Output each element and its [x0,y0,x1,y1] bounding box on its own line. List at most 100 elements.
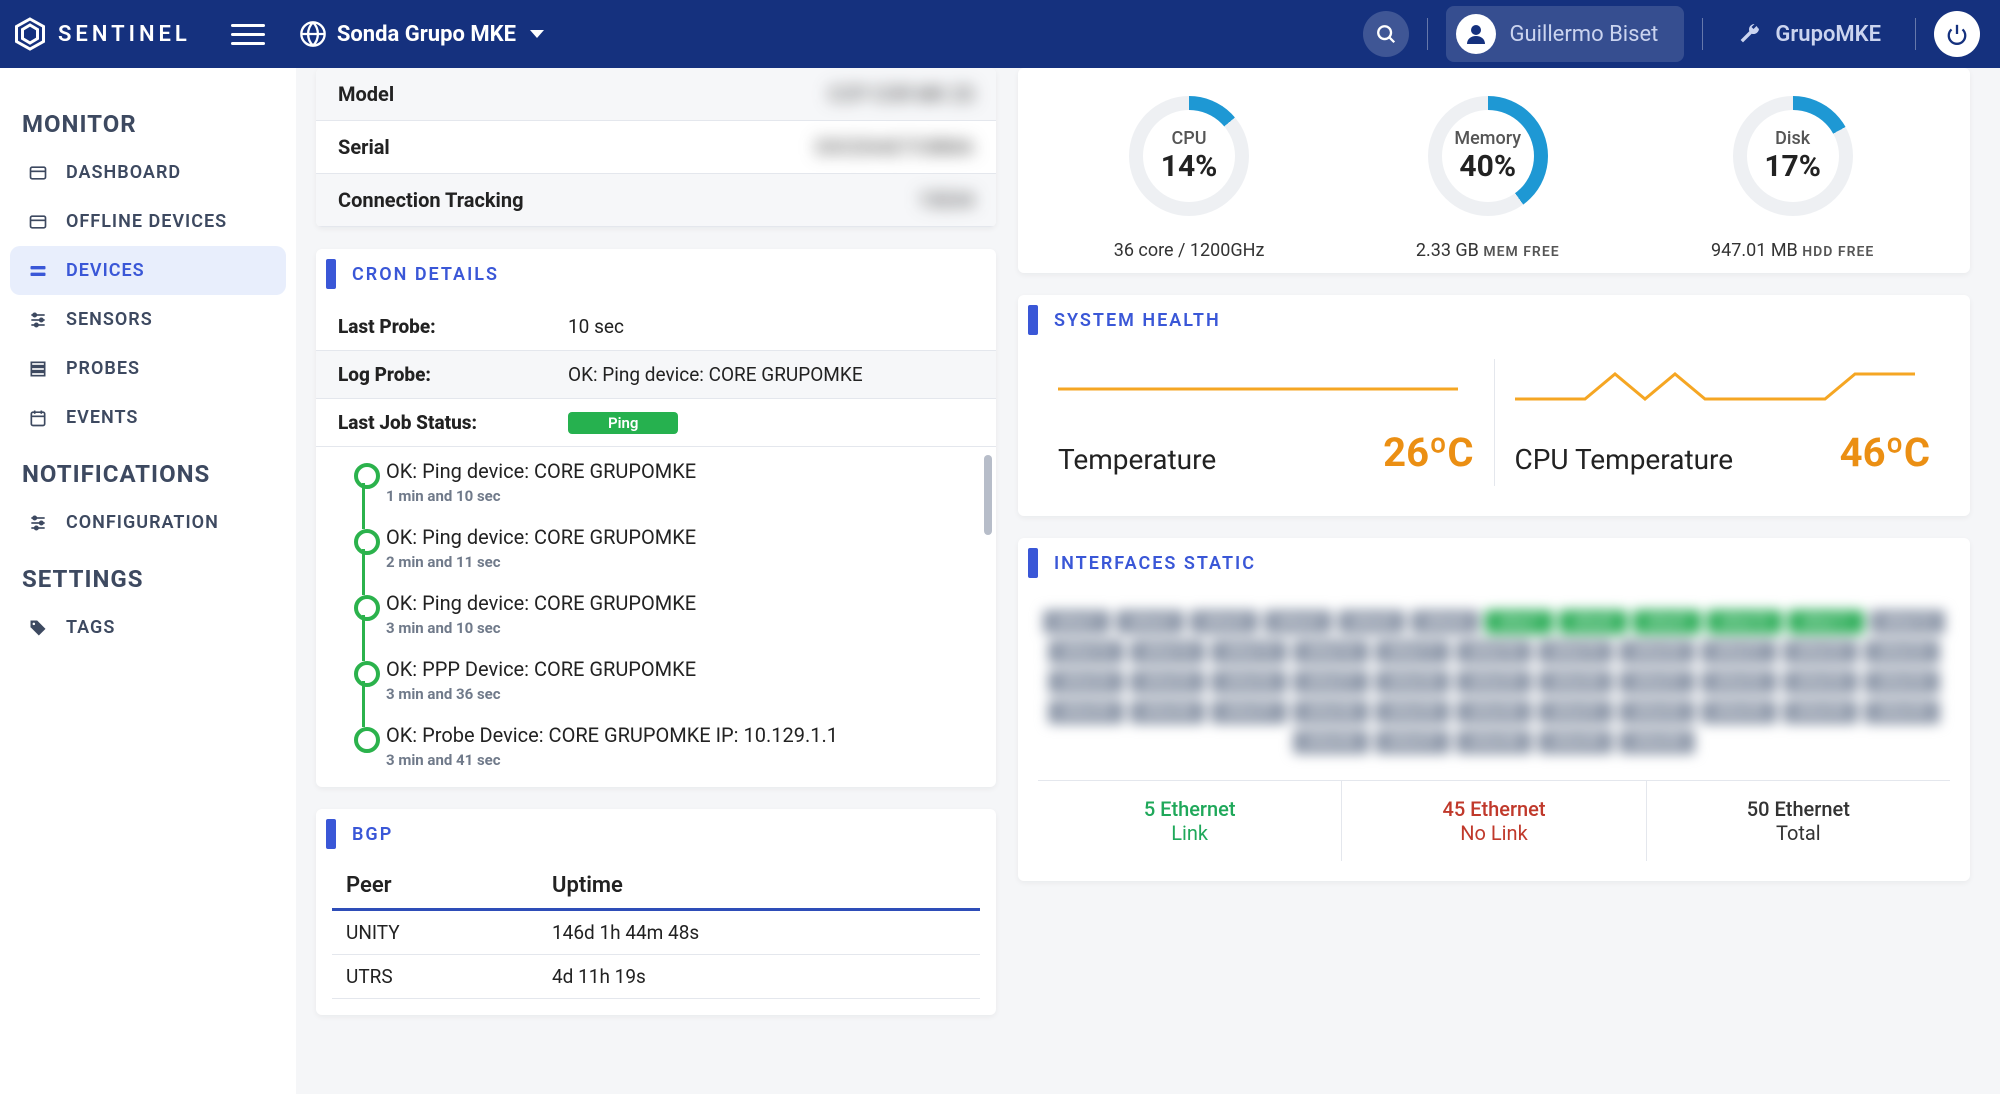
interface-chip[interactable]: ether24 [1048,670,1124,694]
bgp-row: UTRS4d 11h 19s [332,955,980,999]
interface-chip[interactable]: ether19 [1538,640,1614,664]
interface-chip[interactable]: ether10 [1707,610,1783,634]
configuration-icon [28,513,48,533]
sidebar-item-events[interactable]: EVENTS [10,393,286,442]
interface-chip[interactable]: ether3 [1190,610,1258,634]
interface-chip[interactable]: ether5 [1338,610,1406,634]
card-title: BGP [352,824,393,845]
interface-chip[interactable]: ether6 [1411,610,1479,634]
interface-chip[interactable]: ether1 [1043,610,1111,634]
cron-key: Log Probe: [338,363,568,386]
interface-chip[interactable]: ether40 [1456,700,1532,724]
offline-icon [28,212,48,232]
sidebar-section-settings: SETTINGS [10,557,286,603]
interface-chip[interactable]: ether9 [1633,610,1701,634]
interface-chip[interactable]: ether28 [1375,670,1451,694]
topbar-right: Guillermo Biset GrupoMKE [1363,6,1980,62]
user-name: Guillermo Biset [1510,22,1659,47]
interface-chip[interactable]: ether34 [1864,670,1940,694]
interface-chip[interactable]: ether31 [1619,670,1695,694]
interface-chip[interactable]: ether48 [1456,730,1532,754]
logo-icon [12,16,48,52]
interface-chip[interactable]: ether42 [1619,700,1695,724]
dashboard-icon [28,163,48,183]
sidebar-item-label: OFFLINE DEVICES [66,211,227,232]
info-row: Serial D0CD0AE7C8B8A [316,121,996,174]
interface-chip[interactable]: ether50 [1619,730,1695,754]
interface-chip[interactable]: ether17 [1375,640,1451,664]
interface-chip[interactable]: ether23 [1864,640,1940,664]
interface-chip[interactable]: ether45 [1864,700,1940,724]
interface-chip[interactable]: ether20 [1619,640,1695,664]
cron-log-timeline[interactable]: OK: Ping device: CORE GRUPOMKE1 min and … [316,447,996,787]
temperature-value: 26ºC [1383,429,1473,476]
gauge-sub: 2.33 GB [1416,240,1479,261]
cron-row: Last Probe: 10 sec [316,303,996,351]
org-menu[interactable]: GrupoMKE [1721,14,1897,55]
interface-chip[interactable]: ether37 [1211,700,1287,724]
interface-chip[interactable]: ether49 [1538,730,1614,754]
cron-row: Log Probe: OK: Ping device: CORE GRUPOMK… [316,351,996,399]
interface-chip[interactable]: ether41 [1538,700,1614,724]
interface-chip[interactable]: ether26 [1211,670,1287,694]
log-time: 2 min and 11 sec [386,553,974,571]
devices-icon [28,261,48,281]
scrollbar[interactable] [984,455,992,535]
interface-chip[interactable]: ether16 [1293,640,1369,664]
interface-chip[interactable]: ether29 [1456,670,1532,694]
sidebar-item-sensors[interactable]: SENSORS [10,295,286,344]
card-header: CRON DETAILS [316,249,996,303]
sidebar-item-devices[interactable]: DEVICES [10,246,286,295]
device-info-card: Model CCP COR MK 2S Serial D0CD0AE7C8B8A… [316,68,996,227]
interface-chip[interactable]: ether12 [1870,610,1946,634]
sidebar-item-configuration[interactable]: CONFIGURATION [10,498,286,547]
info-row: Connection Tracking 15034 [316,174,996,227]
interface-chip[interactable]: ether47 [1375,730,1451,754]
globe-icon [299,20,327,48]
interface-chip[interactable]: ether36 [1130,700,1206,724]
interface-chip[interactable]: ether22 [1783,640,1859,664]
interface-chip[interactable]: ether43 [1701,700,1777,724]
log-message: OK: PPP Device: CORE GRUPOMKE [386,657,974,681]
interface-chip[interactable]: ether11 [1788,610,1864,634]
interface-chip[interactable]: ether38 [1293,700,1369,724]
interface-chip[interactable]: ether30 [1538,670,1614,694]
interface-chip[interactable]: ether21 [1701,640,1777,664]
search-button[interactable] [1363,11,1409,57]
interface-chip[interactable]: ether39 [1375,700,1451,724]
interface-chip[interactable]: ether7 [1485,610,1553,634]
right-column: CPU 14% 36 core / 1200GHz Memory 40% 2.3… [1018,68,1970,881]
accent-bar [1028,548,1038,578]
sidebar-item-dashboard[interactable]: DASHBOARD [10,148,286,197]
card-title: SYSTEM HEALTH [1054,310,1221,331]
sensors-icon [28,310,48,330]
interface-chip[interactable]: ether27 [1293,670,1369,694]
interface-chip[interactable]: ether46 [1293,730,1369,754]
interface-chip[interactable]: ether35 [1048,700,1124,724]
sidebar-item-tags[interactable]: TAGS [10,603,286,652]
interface-chip[interactable]: ether4 [1264,610,1332,634]
user-menu[interactable]: Guillermo Biset [1446,6,1685,62]
menu-icon[interactable] [231,17,265,51]
gauge-value: 17% [1764,149,1821,184]
interface-chip[interactable]: ether18 [1456,640,1532,664]
interface-chip[interactable]: ether2 [1116,610,1184,634]
log-entry: OK: Ping device: CORE GRUPOMKE1 min and … [346,459,974,525]
power-button[interactable] [1934,11,1980,57]
sidebar-item-offline[interactable]: OFFLINE DEVICES [10,197,286,246]
interface-chip[interactable]: ether15 [1211,640,1287,664]
interface-chip[interactable]: ether33 [1783,670,1859,694]
interface-chip[interactable]: ether25 [1130,670,1206,694]
interface-chip[interactable]: ether32 [1701,670,1777,694]
context-selector[interactable]: Sonda Grupo MKE [299,20,544,48]
brand-logo[interactable]: SENTINEL [12,16,191,52]
interface-chip[interactable]: ether8 [1559,610,1627,634]
interface-chip[interactable]: ether44 [1783,700,1859,724]
interface-chip[interactable]: ether14 [1130,640,1206,664]
log-message: OK: Probe Device: CORE GRUPOMKE IP: 10.1… [386,723,974,747]
sidebar-section-notifications: NOTIFICATIONS [10,452,286,498]
layout: MONITOR DASHBOARD OFFLINE DEVICES DEVICE… [0,68,2000,1094]
cron-key: Last Probe: [338,315,568,338]
interface-chip[interactable]: ether13 [1048,640,1124,664]
sidebar-item-probes[interactable]: PROBES [10,344,286,393]
